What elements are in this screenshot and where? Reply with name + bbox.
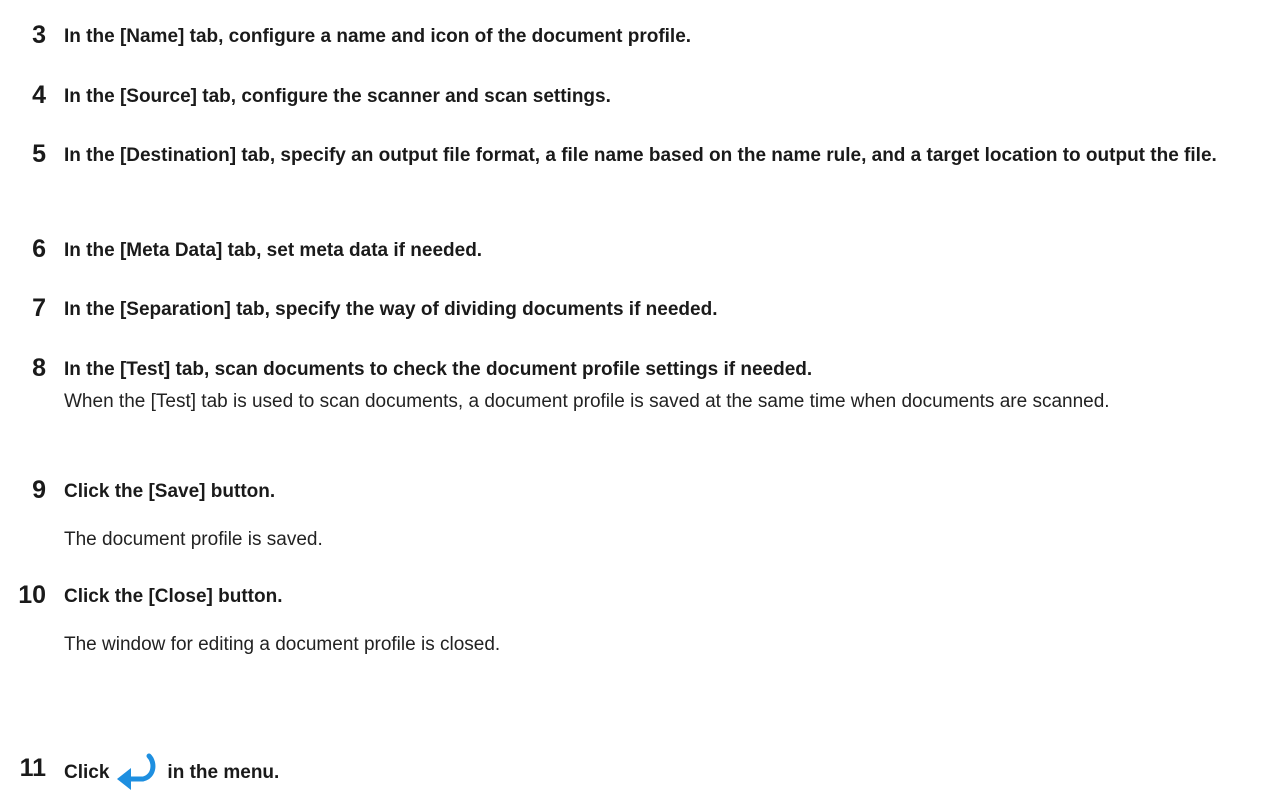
step-description: The window for editing a document profil… <box>64 634 501 655</box>
step-number: 3 <box>32 21 46 49</box>
step-title: In the [Test] tab, scan documents to che… <box>64 359 813 380</box>
step-description: When the [Test] tab is used to scan docu… <box>64 391 1110 412</box>
step-number: 8 <box>32 354 46 382</box>
step-description: The document profile is saved. <box>64 529 323 550</box>
step-number: 5 <box>32 140 46 168</box>
step-title: In the [Source] tab, configure the scann… <box>64 86 611 107</box>
step-title: In the [Separation] tab, specify the way… <box>64 299 718 320</box>
step-title: Click the [Close] button. <box>64 586 283 607</box>
step-title: In the [Destination] tab, specify an out… <box>64 145 1217 166</box>
step-number: 4 <box>32 81 46 109</box>
step-number: 9 <box>32 476 46 504</box>
step-title-after-icon: in the menu. <box>167 762 280 783</box>
step-title: In the [Name] tab, configure a name and … <box>64 26 692 47</box>
step-title: Click the [Save] button. <box>64 481 276 502</box>
step-number: 7 <box>32 294 46 322</box>
step-title-before-icon: Click <box>64 762 110 783</box>
step-title: Click in the menu. <box>64 749 1264 792</box>
return-arrow-icon <box>113 752 163 792</box>
step-number: 11 <box>19 754 46 782</box>
step-number: 10 <box>18 581 46 609</box>
step-title: In the [Meta Data] tab, set meta data if… <box>64 240 483 261</box>
step-number: 6 <box>32 235 46 263</box>
